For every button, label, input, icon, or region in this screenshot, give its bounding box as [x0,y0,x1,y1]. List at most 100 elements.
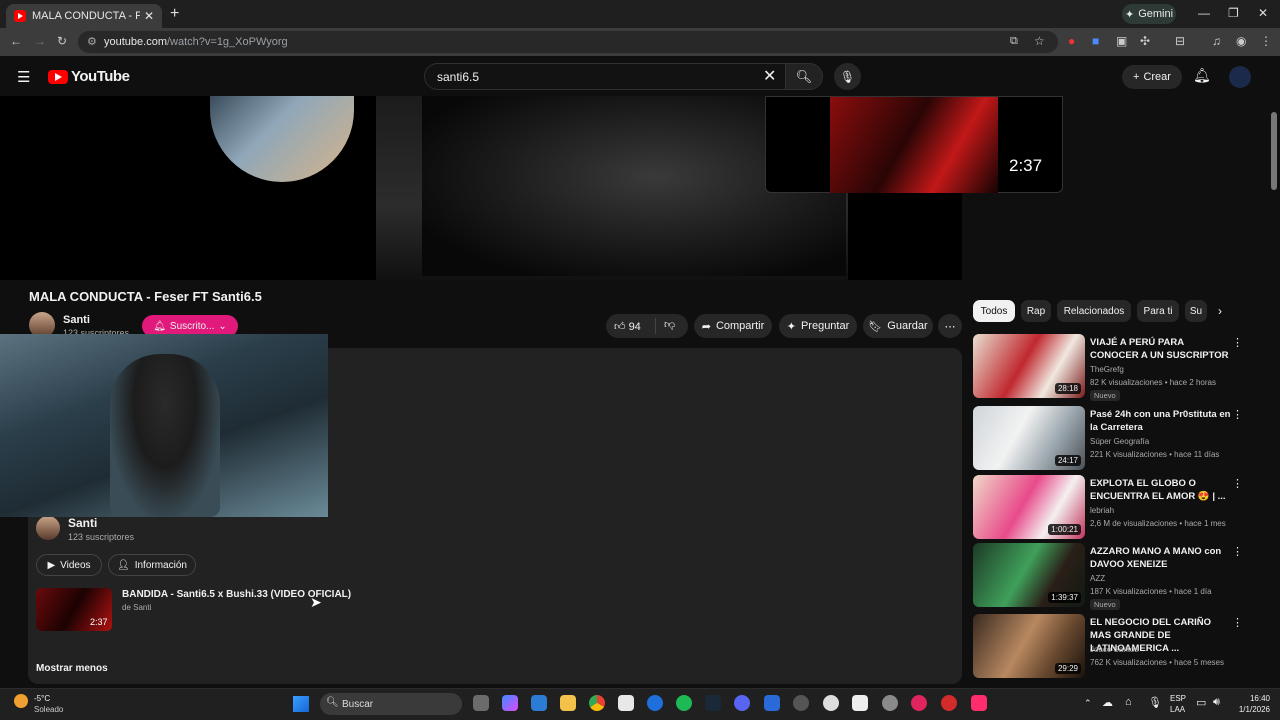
url-host: youtube.com [104,36,167,48]
recommendation-item[interactable]: 1:00:21 EXPLOTA EL GLOBO O ENCUENTRA EL … [973,475,1263,539]
chip-truncated[interactable]: Su [1185,300,1207,322]
save-button[interactable]: 🔖︎ Guardar [863,314,933,338]
onedrive-icon[interactable]: ☁ [1102,696,1113,709]
task-view-icon[interactable] [473,695,489,711]
edge-icon[interactable] [647,695,663,711]
dislike-icon[interactable]: 👎︎ [664,318,675,331]
address-bar[interactable]: ⚙ youtube.com /watch?v=1g_XoPWyorg ⧉ ☆ [78,31,1058,53]
recommendation-item[interactable]: 1:39:37 AZZARO MANO A MANO con DAVOO XEN… [973,543,1263,610]
account-avatar[interactable] [1229,66,1251,88]
split-view-icon[interactable]: ⊟ [1175,34,1185,48]
new-tab-button[interactable]: + [170,5,179,23]
extensions-puzzle-icon[interactable]: ✣ [1140,34,1150,48]
youtube-logo[interactable]: YouTube [48,68,130,85]
forward-icon[interactable]: → [34,34,46,48]
chip-para-ti[interactable]: Para ti [1137,300,1179,322]
voice-search-button[interactable]: 🎙︎ [834,63,861,90]
temperature: -5°C [34,694,51,703]
description-channel-avatar[interactable] [36,516,60,540]
recommendation-item[interactable]: 24:17 Pasé 24h con una Pr0stituta en la … [973,406,1263,470]
restore-button[interactable]: ❐ [1228,6,1239,20]
webcam-overlay [0,334,328,517]
file-explorer-icon[interactable] [560,695,576,711]
duration-badge: 28:18 [1054,383,1081,394]
more-menu-icon[interactable]: ⋮ [1232,477,1243,490]
videos-label: Videos [60,559,91,571]
steam-icon[interactable] [705,695,721,711]
duration-badge: 29:29 [1054,663,1081,674]
taskbar-search[interactable]: 🔍︎ Buscar [320,693,462,715]
back-icon[interactable]: ← [10,34,22,48]
weather-sun-icon[interactable] [14,694,28,708]
menu-kebab-icon[interactable]: ⋮ [1260,34,1272,48]
more-menu-icon[interactable]: ⋮ [1232,545,1243,558]
windows-start-icon[interactable] [293,696,309,712]
close-window-button[interactable]: ✕ [1258,6,1268,20]
more-menu-icon[interactable]: ⋮ [1232,408,1243,421]
site-info-icon[interactable]: ⚙ [87,35,97,48]
search-button[interactable]: 🔍︎ [785,63,823,90]
create-button[interactable]: + Crear [1122,65,1182,89]
description-subscribers: 123 suscriptores [68,532,135,542]
channel-name[interactable]: Santi [63,314,90,326]
share-button[interactable]: ➦ Compartir [694,314,772,338]
description-channel-name[interactable]: Santi [68,516,97,530]
app-gear-icon[interactable] [823,695,839,711]
media-icon[interactable]: ♫ [1212,34,1221,48]
bookmark-star-icon[interactable]: ☆ [1034,34,1045,48]
tray-app-icon[interactable]: ⌂ [1125,696,1132,708]
capcut-icon[interactable] [618,695,634,711]
tab-active[interactable]: MALA CONDUCTA - Feser FT Sa ✕ [6,4,162,28]
keyboard-layout[interactable]: LAA [1170,705,1185,714]
clock-date[interactable]: 1/1/2026 [1232,705,1270,714]
microphone-tray-icon[interactable]: 🎙︎ [1148,696,1162,709]
chip-rap[interactable]: Rap [1021,300,1051,322]
page-scrollbar[interactable] [1271,112,1277,190]
app-window-icon[interactable] [852,695,868,711]
like-button[interactable]: 👍︎ 94 [614,320,641,333]
discord-icon[interactable] [734,695,750,711]
ask-button[interactable]: ✦ Preguntar [779,314,857,338]
extension-blue-icon[interactable]: ■ [1092,34,1099,48]
more-menu-icon[interactable]: ⋮ [1232,336,1243,349]
chip-todos[interactable]: Todos [973,300,1015,322]
reload-icon[interactable]: ↻ [57,34,67,48]
clock-time[interactable]: 16:40 [1232,694,1270,703]
app-bars-icon[interactable] [793,695,809,711]
tab-close-icon[interactable]: ✕ [144,9,154,23]
search-input[interactable]: santi6.5 [424,63,786,90]
show-less-button[interactable]: Mostrar menos [36,663,108,674]
chip-relacionados[interactable]: Relacionados [1057,300,1131,322]
tray-chevron-up-icon[interactable]: ⌃ [1084,698,1092,709]
share-arrow-icon: ➦ [701,320,711,333]
network-icon[interactable]: ▭ [1196,696,1206,709]
volume-icon[interactable]: 🔊︎ [1213,696,1220,709]
spotify-icon[interactable] [676,695,692,711]
chevron-right-icon[interactable]: › [1218,304,1222,318]
app-red2-icon[interactable] [941,695,957,711]
tiktok-icon[interactable] [971,695,987,711]
notifications-bell-icon[interactable]: 🔔︎ [1193,67,1211,84]
more-actions-button[interactable]: ⋯ [938,314,962,338]
minimize-button[interactable]: — [1198,6,1210,20]
recommendation-item[interactable]: 29:29 EL NEGOCIO DEL CARIÑO MAS GRANDE D… [973,614,1263,678]
widgets-icon[interactable] [531,695,547,711]
copilot-icon[interactable] [502,695,518,711]
chrome-icon[interactable] [589,695,605,711]
language-code[interactable]: ESP [1170,694,1186,703]
app-red-icon[interactable] [911,695,927,711]
clear-search-icon[interactable]: ✕ [763,66,776,86]
settings-icon[interactable] [882,695,898,711]
endscreen-video-thumbnail[interactable] [765,96,1063,193]
install-icon[interactable]: ⧉ [1010,35,1018,48]
more-menu-icon[interactable]: ⋮ [1232,616,1243,629]
recommendation-item[interactable]: 28:18 VIAJÉ A PERÚ PARA CONOCER A UN SUS… [973,334,1263,401]
videos-button[interactable]: ▶ Videos [36,554,102,576]
profile-icon[interactable]: ◉ [1236,34,1246,48]
extension-box-icon[interactable]: ▣ [1116,34,1127,48]
extension-red-icon[interactable]: ● [1068,34,1075,48]
hamburger-menu-icon[interactable]: ☰ [17,68,30,86]
app-diamond-icon[interactable] [764,695,780,711]
gemini-button[interactable]: ✦ Gemini [1122,4,1176,24]
info-button[interactable]: 👤︎ Información [108,554,196,576]
